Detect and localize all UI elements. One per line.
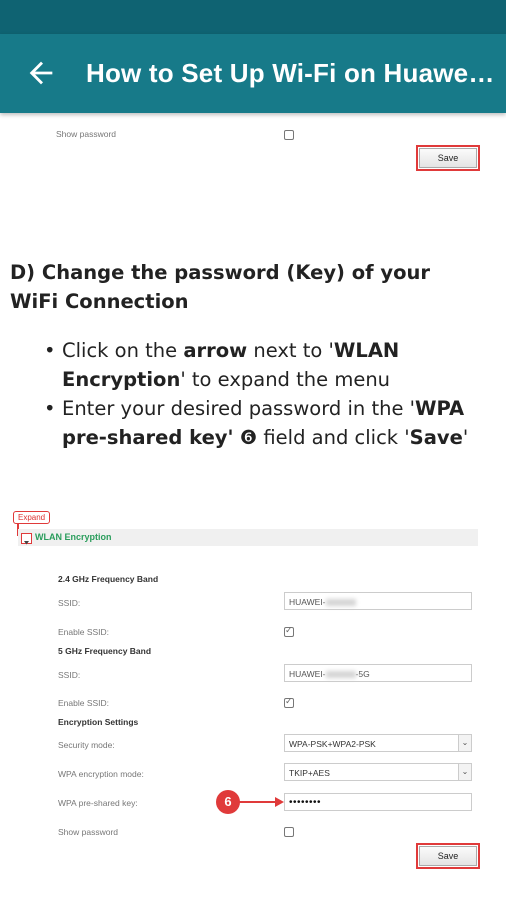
show-password-checkbox[interactable] [284,130,294,140]
step-marker: 6 [216,790,240,814]
save-button[interactable]: Save [416,843,480,869]
band-24-title: 2.4 GHz Frequency Band [58,574,159,584]
encryption-settings-title: Encryption Settings [58,717,139,727]
chevron-down-icon: ⌄ [458,735,471,751]
arrow-left-icon[interactable] [24,56,58,90]
instruction-list: Click on the arrow next to 'WLAN Encrypt… [44,336,494,452]
arrow-right-icon [239,797,284,807]
band-5-title: 5 GHz Frequency Band [58,646,152,656]
ssid-label: SSID: [58,670,81,680]
status-bar [0,0,506,34]
show-password-checkbox[interactable] [284,827,294,837]
article-content: Show password Save D) Change the passwor… [0,113,506,900]
security-mode-select[interactable]: WPA-PSK+WPA2-PSK ⌄ [284,734,472,752]
security-mode-label: Security mode: [58,740,115,750]
section-heading: D) Change the password (Key) of your WiF… [10,261,431,313]
psk-input[interactable]: •••••••• [284,793,472,811]
list-item: Enter your desired password in the 'WPA … [44,394,494,452]
wpa-encryption-mode-select[interactable]: TKIP+AES ⌄ [284,763,472,781]
enable-ssid-label: Enable SSID: [58,698,110,708]
ssid-24-input[interactable]: HUAWEI- [284,592,472,610]
expand-arrow-icon[interactable] [21,533,32,545]
show-password-label: Show password [58,827,119,837]
enable-ssid-24-checkbox[interactable] [284,625,294,637]
save-button[interactable]: Save [416,145,480,171]
enable-ssid-label: Enable SSID: [58,627,110,637]
wpa-encryption-mode-label: WPA encryption mode: [58,769,144,779]
psk-label: WPA pre-shared key: [58,798,138,808]
enable-ssid-5-checkbox[interactable] [284,696,294,708]
show-password-label: Show password [56,129,117,139]
page-title: How to Set Up Wi-Fi on Huawe… [86,58,495,88]
ssid-label: SSID: [58,598,81,608]
circled-6-icon: ❻ [239,426,258,449]
wlan-encryption-title: WLAN Encryption [35,532,112,542]
app-bar: How to Set Up Wi-Fi on Huawe… [0,34,506,113]
chevron-down-icon: ⌄ [458,764,471,780]
list-item: Click on the arrow next to 'WLAN Encrypt… [44,336,494,394]
ssid-5-input[interactable]: HUAWEI- -5G [284,664,472,682]
